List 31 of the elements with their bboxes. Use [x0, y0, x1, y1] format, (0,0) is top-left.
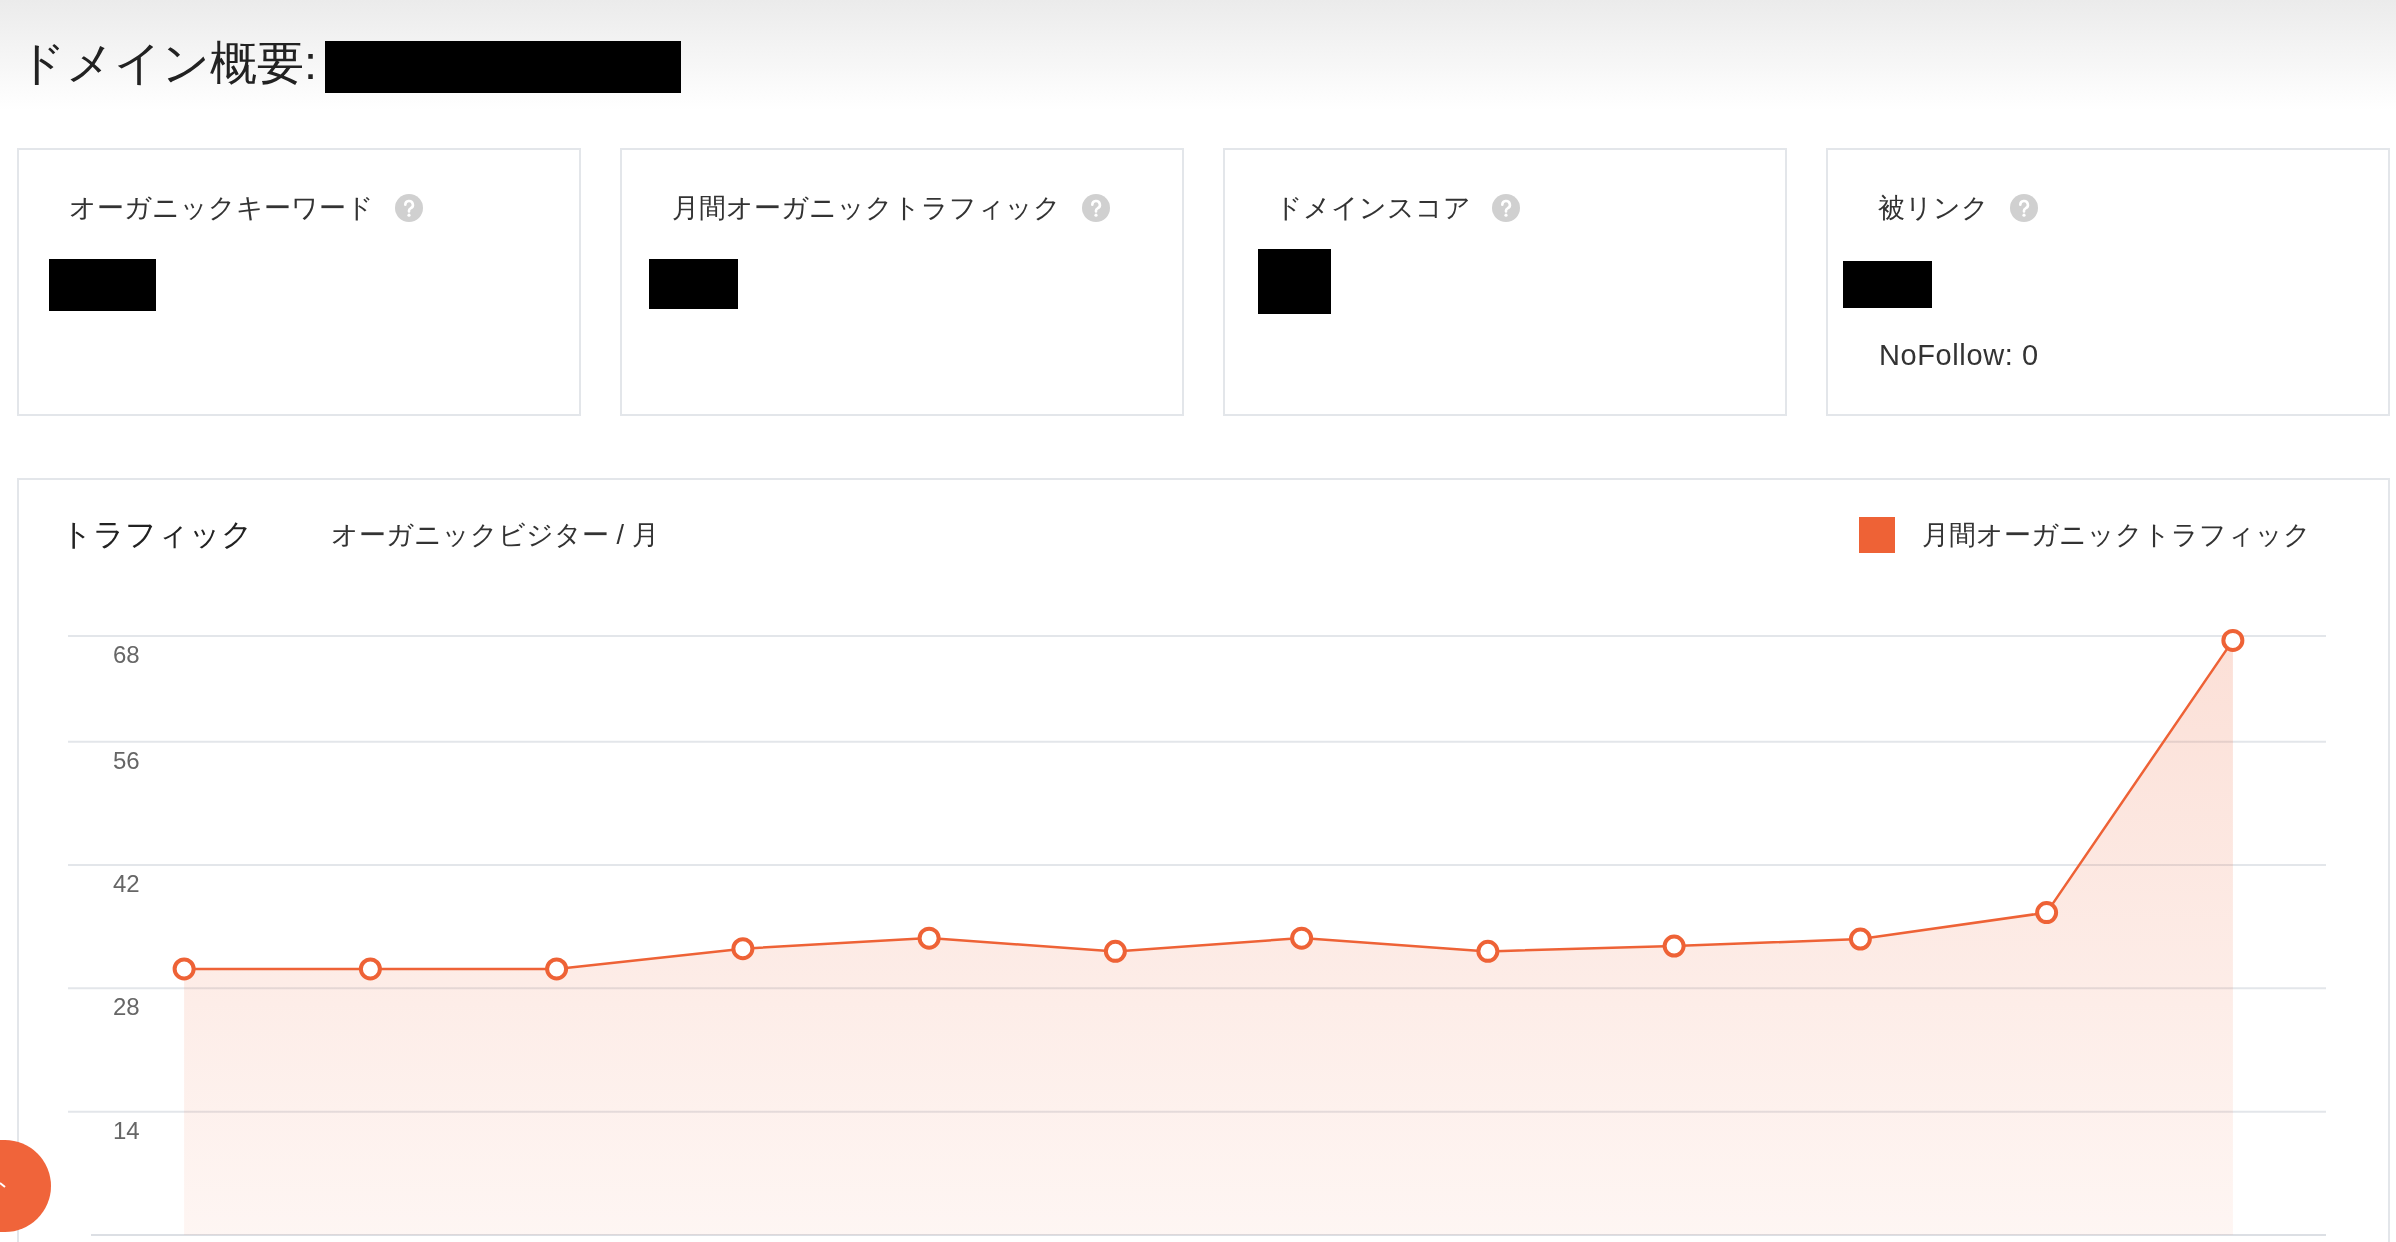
data-point — [1103, 939, 1127, 963]
chart-subtitle: オーガニックビジター / 月 — [331, 519, 659, 552]
data-point — [1662, 934, 1686, 958]
help-icon[interactable] — [395, 194, 423, 222]
axis-tick-label: 68 — [113, 641, 140, 668]
legend-label: 月間オーガニックトラフィック — [1922, 518, 2311, 552]
chart-title: トラフィック — [61, 516, 254, 554]
data-point — [2035, 901, 2059, 925]
axis-tick-label: 14 — [113, 1116, 140, 1144]
metric-label: ドメインスコア — [1275, 192, 1471, 225]
metric-label: オーガニックキーワード — [69, 192, 374, 225]
data-point — [1290, 926, 1314, 950]
data-point — [2221, 628, 2245, 652]
data-point — [172, 957, 196, 981]
axis-tick-label: 28 — [113, 993, 140, 1021]
data-point — [1848, 927, 1872, 951]
axis-tick-label: 56 — [113, 746, 140, 774]
axis-tick-label: 42 — [113, 870, 140, 898]
help-icon[interactable] — [2010, 194, 2038, 222]
data-point — [731, 937, 755, 961]
data-point — [545, 957, 569, 981]
help-icon[interactable] — [1082, 194, 1110, 222]
data-point — [358, 957, 382, 981]
metric-note: NoFollow: 0 — [1879, 339, 2039, 372]
metric-label: 月間オーガニックトラフィック — [672, 192, 1061, 225]
help-icon[interactable] — [1492, 194, 1520, 222]
chevron-icon — [0, 1181, 6, 1191]
data-point — [1476, 939, 1500, 963]
page-title: ドメイン概要: — [18, 34, 318, 91]
data-point — [917, 926, 941, 950]
metric-label: 被リンク — [1878, 192, 1989, 225]
